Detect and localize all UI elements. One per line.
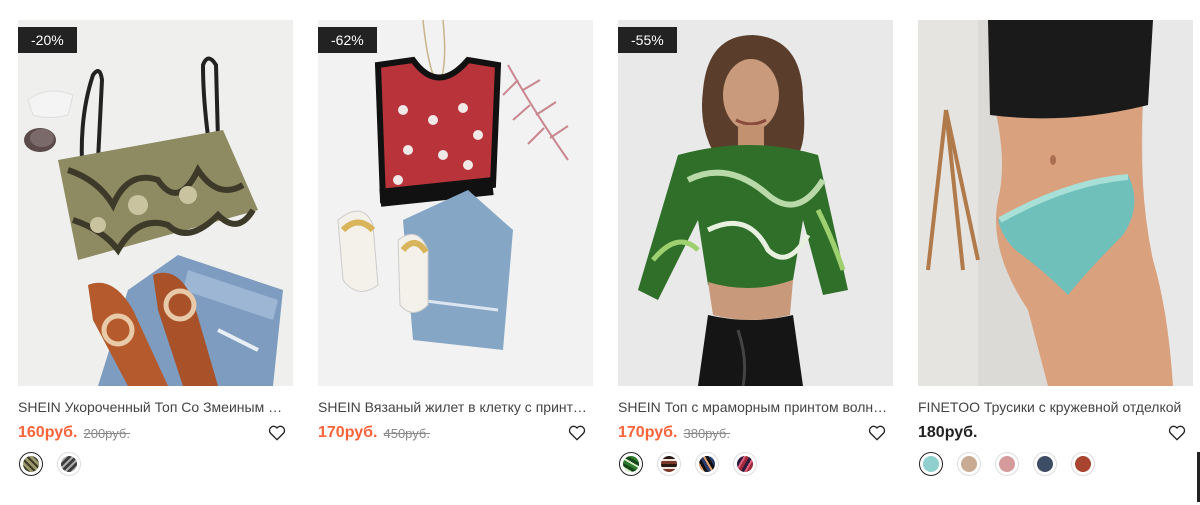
snake-print-swatch-icon[interactable] [19, 452, 43, 476]
product-card[interactable]: -62% SHEIN Вязаный жилет в клетку с прин… [318, 20, 593, 476]
product-image[interactable]: -20% [18, 20, 293, 386]
original-price: 450руб. [383, 425, 430, 441]
heart-icon[interactable] [867, 423, 887, 443]
product-card[interactable]: -20% SHEIN Укороченный Топ Со Змеиным Пр… [18, 20, 293, 476]
navy-swatch-icon[interactable] [1033, 452, 1057, 476]
product-card[interactable]: -55% SHEIN Топ с мраморным принтом волни… [618, 20, 893, 476]
product-title[interactable]: SHEIN Вязаный жилет в клетку с принтом с… [318, 399, 588, 416]
price-row: 170руб. 380руб. [618, 422, 893, 444]
dark-print-swatch-icon[interactable] [57, 452, 81, 476]
heart-icon[interactable] [267, 423, 287, 443]
blue-pattern-swatch-icon[interactable] [695, 452, 719, 476]
rust-swatch-icon[interactable] [1071, 452, 1095, 476]
price-row: 170руб. 450руб. [318, 422, 593, 444]
original-price: 200руб. [83, 425, 130, 441]
product-card[interactable]: FINETOO Трусики с кружевной отделкой 180… [918, 20, 1193, 476]
product-image[interactable]: -62% [318, 20, 593, 386]
red-pattern-swatch-icon[interactable] [733, 452, 757, 476]
price: 180руб. [918, 424, 978, 441]
mint-swatch-icon[interactable] [919, 452, 943, 476]
discount-badge: -55% [618, 27, 677, 53]
color-swatches [918, 452, 1193, 476]
pink-swatch-icon[interactable] [995, 452, 1019, 476]
product-image[interactable]: -55% [618, 20, 893, 386]
brown-stripe-swatch-icon[interactable] [657, 452, 681, 476]
beige-swatch-icon[interactable] [957, 452, 981, 476]
price-row: 160руб. 200руб. [18, 422, 293, 444]
product-title[interactable]: SHEIN Укороченный Топ Со Змеиным Принтом [18, 399, 288, 416]
discount-badge: -62% [318, 27, 377, 53]
color-swatches [618, 452, 893, 476]
discount-badge: -20% [18, 27, 77, 53]
color-swatches [18, 452, 293, 476]
sale-price: 170руб. [618, 424, 678, 441]
product-grid: -20% SHEIN Укороченный Топ Со Змеиным Пр… [18, 20, 1193, 476]
sale-price: 160руб. [18, 424, 78, 441]
original-price: 380руб. [683, 425, 730, 441]
sale-price: 170руб. [318, 424, 378, 441]
heart-icon[interactable] [567, 423, 587, 443]
heart-icon[interactable] [1167, 423, 1187, 443]
price-row: 180руб. [918, 422, 1193, 444]
product-title[interactable]: FINETOO Трусики с кружевной отделкой [918, 399, 1188, 416]
product-title[interactable]: SHEIN Топ с мраморным принтом волнистый … [618, 399, 888, 416]
green-marble-swatch-icon[interactable] [619, 452, 643, 476]
product-image[interactable] [918, 20, 1193, 386]
